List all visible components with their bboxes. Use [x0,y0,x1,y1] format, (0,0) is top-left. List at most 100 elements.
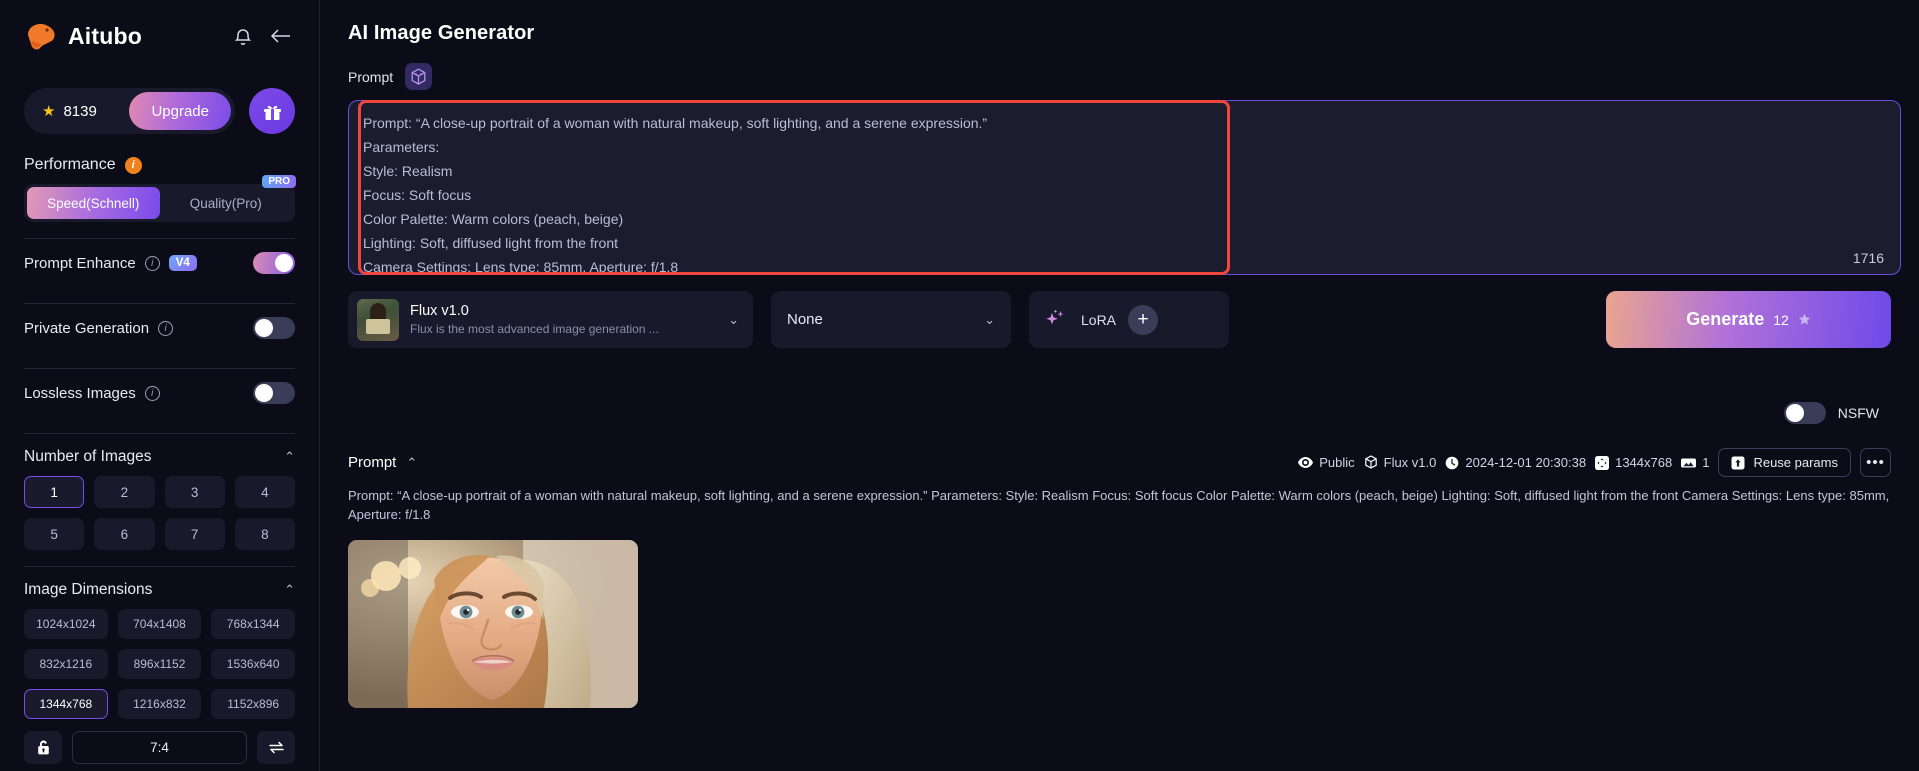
nsfw-label: NSFW [1837,405,1879,421]
toggle-knob [255,384,273,402]
more-horizontal-icon[interactable]: ••• [1860,448,1891,477]
dimension-option[interactable]: 832x1216 [24,649,108,679]
divider [24,566,295,567]
dimensions-label: 1344x768 [1615,455,1673,470]
image-count-option[interactable]: 6 [94,518,155,550]
plus-icon[interactable]: + [1128,304,1159,335]
prompt-textarea[interactable]: Prompt: “A close-up portrait of a woman … [348,100,1901,275]
aitubo-logo-icon [24,21,58,51]
chevron-down-icon: ⌄ [728,311,739,327]
image-count-option[interactable]: 5 [24,518,85,550]
image-count-option[interactable]: 7 [164,518,225,550]
pro-badge: PRO [262,175,296,188]
model-thumbnail [357,298,399,341]
count-meta: 1 [1681,455,1709,470]
credit-pill: ★ 8139 Upgrade [24,88,235,134]
info-icon[interactable]: i [158,320,174,336]
unlock-icon[interactable] [24,731,62,764]
performance-option-quality[interactable]: Quality(Pro) PRO [160,175,296,219]
timestamp-meta: 2024-12-01 20:30:38 [1445,455,1586,470]
sparkles-icon [1043,307,1069,333]
prompt-enhance-row: Prompt Enhance i V4 [24,239,295,287]
private-generation-row: Private Generation i [24,304,295,352]
page-title: AI Image Generator [348,22,535,44]
generate-cost: 12 [1773,311,1789,328]
dimension-option[interactable]: 704x1408 [117,609,202,639]
image-count-option[interactable]: 8 [234,518,295,550]
generation-controls: Flux v1.0 Flux is the most advanced imag… [348,291,1891,348]
v4-badge: V4 [168,255,197,271]
visibility-label: Public [1319,455,1355,470]
model-description: Flux is the most advanced image generati… [410,321,659,336]
bell-icon[interactable] [229,22,257,50]
credit-value: 8139 [63,102,97,120]
aspect-ratio-value[interactable]: 7:4 [72,731,247,764]
performance-segmented-control: Speed(Schnell) Quality(Pro) PRO [24,175,296,222]
character-count: 1716 [1852,250,1884,266]
dimension-option[interactable]: 1536x640 [211,649,295,679]
dimension-option[interactable]: 896x1152 [117,649,202,679]
image-count-option[interactable]: 4 [234,476,295,508]
image-dimensions-label: Image Dimensions [24,581,153,598]
toggle-knob [275,254,293,272]
generate-button[interactable]: Generate 12 [1606,291,1891,348]
cube-icon [1364,455,1378,470]
style-selector-value: None [787,311,823,328]
prompt-shell: Prompt: “A close-up portrait of a woman … [348,100,1901,275]
image-count-option[interactable]: 3 [164,476,225,508]
model-name: Flux v1.0 [410,302,469,319]
dimension-option[interactable]: 1152x896 [211,689,295,719]
performance-option-speed[interactable]: Speed(Schnell) [27,187,160,219]
prompt-text: Prompt: “A close-up portrait of a woman … [363,115,988,275]
style-selector[interactable]: None ⌄ [771,291,1011,348]
star-icon: ★ [42,103,56,120]
private-generation-label: Private Generation [24,319,150,337]
model-selector[interactable]: Flux v1.0 Flux is the most advanced imag… [348,291,753,348]
model-meta: Flux v1.0 [1364,455,1437,470]
lossless-images-toggle[interactable] [253,382,295,404]
star-icon [1798,313,1811,326]
brand-name: Aitubo [68,22,143,49]
image-count-option[interactable]: 2 [94,476,155,508]
info-icon[interactable]: i [144,385,160,401]
info-icon[interactable]: i [124,156,142,174]
result-title: Prompt [348,454,397,471]
performance-label: Performance [24,156,116,173]
image-dimensions-grid: 1024x1024 704x1408 768x1344 832x1216 896… [24,609,295,719]
chevron-up-icon[interactable]: ⌃ [406,455,417,471]
generated-image[interactable] [348,540,638,708]
nsfw-toggle[interactable] [1783,402,1826,424]
dimension-option[interactable]: 1344x768 [24,689,108,719]
lossless-images-label: Lossless Images [24,384,136,402]
cube-icon[interactable] [405,63,433,90]
image-icon [1681,457,1697,469]
swap-icon[interactable] [257,731,295,764]
eye-icon [1298,457,1314,468]
dimension-option[interactable]: 1024x1024 [24,609,108,639]
private-generation-toggle[interactable] [253,317,295,339]
lora-selector[interactable]: LoRA + [1029,291,1229,348]
toggle-knob [1785,404,1804,422]
reuse-params-button[interactable]: Reuse params [1718,448,1851,477]
gift-icon[interactable] [249,88,295,134]
number-of-images-header[interactable]: Number of Images ⌃ [24,448,295,466]
number-of-images-grid: 1 2 3 4 5 6 7 8 [24,476,295,550]
result-header: Prompt ⌃ Public Flux v1.0 2024-12-01 20:… [348,448,1891,477]
info-icon[interactable]: i [144,255,160,271]
prompt-enhance-label: Prompt Enhance [24,254,136,272]
model-meta-label: Flux v1.0 [1383,455,1437,470]
performance-option-quality-label: Quality(Pro) [189,195,262,211]
resize-icon [1595,455,1610,470]
upload-icon [1731,456,1745,470]
arrow-left-icon[interactable] [267,22,295,50]
image-dimensions-header[interactable]: Image Dimensions ⌃ [24,581,295,599]
dimension-option[interactable]: 768x1344 [211,609,295,639]
image-count-option[interactable]: 1 [24,476,85,508]
chevron-down-icon: ⌄ [984,311,995,327]
count-label: 1 [1702,455,1710,470]
upgrade-button[interactable]: Upgrade [129,92,231,130]
prompt-enhance-toggle[interactable] [253,252,295,274]
toggle-knob [255,319,273,337]
dimension-option[interactable]: 1216x832 [117,689,202,719]
aspect-ratio-row: 7:4 [24,731,295,764]
